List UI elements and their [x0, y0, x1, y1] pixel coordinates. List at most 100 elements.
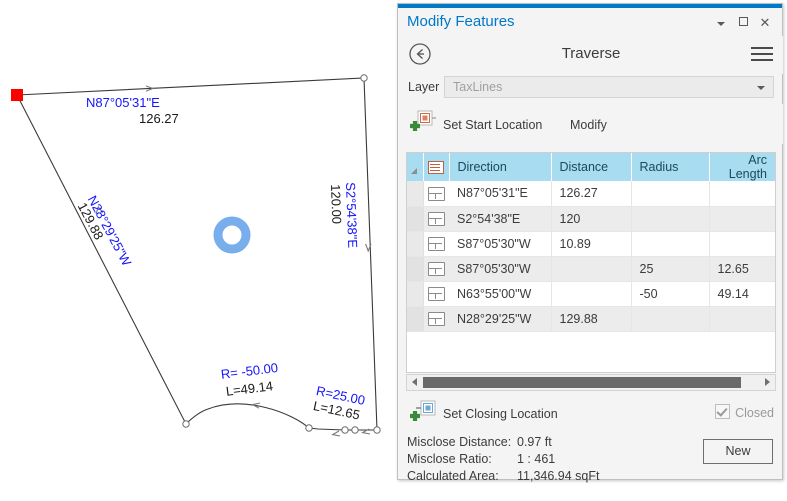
cell-radius[interactable] — [631, 306, 710, 332]
traverse-toolbar: Set Start Location Modify — [399, 104, 783, 144]
table-header-row: Direction Distance Radius Arc Length — [407, 153, 775, 181]
corner-triangle-icon — [411, 168, 417, 174]
table-row[interactable]: S87°05'30"W 10.89 — [407, 231, 775, 257]
row-type-icon[interactable] — [423, 306, 449, 332]
misclose-distance-value: 0.97 ft — [517, 435, 552, 449]
cell-distance[interactable]: 129.88 — [551, 306, 632, 332]
east-course-distance-label: 120.00 — [328, 184, 345, 225]
layer-row: Layer TaxLines — [399, 76, 783, 102]
table-horizontal-scrollbar[interactable] — [406, 374, 776, 391]
cell-direction[interactable]: N87°05'31"E — [449, 181, 552, 207]
panel-titlebar: Modify Features ✕ — [398, 8, 782, 36]
set-start-location-icon[interactable] — [408, 108, 438, 138]
new-button[interactable]: New — [703, 439, 773, 464]
cell-arc-length[interactable]: 49.14 — [709, 281, 775, 307]
scroll-right-arrow-icon[interactable] — [765, 378, 770, 386]
table-icon-header — [423, 153, 450, 181]
misclose-ratio-row: Misclose Ratio: 1 : 461 — [407, 451, 599, 468]
panel-maximize-button[interactable] — [735, 15, 751, 31]
misclose-distance-label: Misclose Distance: — [407, 435, 512, 449]
layer-select[interactable]: TaxLines — [444, 76, 774, 98]
cell-arc-length[interactable] — [709, 206, 775, 232]
calculated-area-value: 11,346.94 sqFt — [517, 469, 600, 483]
cell-radius[interactable] — [631, 181, 710, 207]
table-row[interactable]: S87°05'30"W 25 12.65 — [407, 256, 775, 282]
hamburger-menu-icon[interactable] — [751, 47, 773, 63]
closed-checkbox[interactable]: Closed — [715, 404, 774, 420]
cell-distance[interactable]: 120 — [551, 206, 632, 232]
start-point-marker[interactable] — [11, 89, 23, 101]
set-closing-location-button[interactable]: Set Closing Location — [443, 407, 558, 421]
row-type-icon[interactable] — [423, 231, 449, 257]
cell-arc-length[interactable] — [709, 306, 775, 332]
traverse-geometry — [11, 74, 381, 437]
scroll-left-arrow-icon[interactable] — [412, 378, 417, 386]
row-handle[interactable] — [407, 206, 424, 232]
table-row[interactable]: N87°05'31"E 126.27 — [407, 181, 775, 207]
set-start-location-button[interactable]: Set Start Location — [443, 118, 542, 132]
table-row[interactable]: N28°29'25"W 129.88 — [407, 306, 775, 332]
cell-direction[interactable]: N28°29'25"W — [449, 306, 552, 332]
cell-arc-length[interactable] — [709, 181, 775, 207]
cell-radius[interactable]: 25 — [631, 256, 710, 282]
column-header-radius[interactable]: Radius — [631, 153, 710, 181]
panel-dropdown-button[interactable] — [713, 15, 729, 31]
modify-features-panel: Modify Features ✕ Traverse Layer TaxLine… — [397, 3, 783, 483]
traverse-statistics: Misclose Distance: 0.97 ft Misclose Ratio… — [407, 434, 599, 485]
closing-location-row: Set Closing Location Closed — [399, 396, 783, 432]
table-body: N87°05'31"E 126.27 S2°54'38"E 120 S87°05'30"… — [407, 181, 775, 332]
set-closing-location-icon[interactable] — [408, 398, 438, 428]
cell-direction[interactable]: N63°55'00"W — [449, 281, 552, 307]
closed-label: Closed — [735, 406, 774, 420]
table-row[interactable]: N63°55'00"W -50 49.14 — [407, 281, 775, 307]
modify-button[interactable]: Modify — [570, 118, 607, 132]
row-handle[interactable] — [407, 281, 424, 307]
page-title: Traverse — [561, 45, 621, 62]
table-corner-header[interactable] — [407, 153, 424, 181]
cell-arc-length[interactable] — [709, 231, 775, 257]
table-row[interactable]: S2°54'38"E 120 — [407, 206, 775, 232]
north-course-direction-label: N87°05'31"E — [86, 95, 160, 110]
row-type-icon[interactable] — [423, 181, 449, 207]
panel-close-button[interactable]: ✕ — [757, 15, 773, 31]
row-handle[interactable] — [407, 256, 424, 282]
cell-radius[interactable]: -50 — [631, 281, 710, 307]
chevron-down-icon — [717, 22, 725, 26]
calculated-area-label: Calculated Area: — [407, 469, 499, 483]
misclose-ratio-label: Misclose Ratio: — [407, 452, 492, 466]
misclose-distance-row: Misclose Distance: 0.97 ft — [407, 434, 599, 451]
misclose-ratio-value: 1 : 461 — [517, 452, 556, 466]
layer-label: Layer — [408, 80, 440, 94]
row-handle[interactable] — [407, 306, 424, 332]
panel-subheader: Traverse — [399, 36, 783, 74]
cell-direction[interactable]: S87°05'30"W — [449, 231, 552, 257]
maximize-icon — [738, 17, 748, 26]
cell-arc-length[interactable]: 12.65 — [709, 256, 775, 282]
cell-distance[interactable] — [551, 281, 632, 307]
row-type-icon[interactable] — [423, 281, 449, 307]
grid-icon — [428, 161, 444, 175]
row-type-icon[interactable] — [423, 256, 449, 282]
cell-distance[interactable] — [551, 256, 632, 282]
centroid-marker[interactable] — [213, 216, 251, 254]
column-header-direction[interactable]: Direction — [449, 153, 552, 181]
scrollbar-thumb[interactable] — [423, 377, 741, 388]
cell-distance[interactable]: 10.89 — [551, 231, 632, 257]
vertex-markers — [182, 74, 381, 434]
column-header-arc-length[interactable]: Arc Length — [709, 153, 775, 181]
panel-title: Modify Features — [407, 13, 515, 30]
row-handle[interactable] — [407, 181, 424, 207]
cell-radius[interactable] — [631, 231, 710, 257]
row-handle[interactable] — [407, 231, 424, 257]
map-canvas[interactable]: N87°05'31"E 126.27 S2°54'38"E 120.00 N28… — [0, 0, 400, 501]
row-type-icon[interactable] — [423, 206, 449, 232]
cell-distance[interactable]: 126.27 — [551, 181, 632, 207]
cell-radius[interactable] — [631, 206, 710, 232]
cell-direction[interactable]: S2°54'38"E — [449, 206, 552, 232]
column-header-distance[interactable]: Distance — [551, 153, 632, 181]
chevron-down-icon — [757, 86, 765, 90]
east-course-direction-label: S2°54'38"E — [343, 182, 361, 249]
cell-direction[interactable]: S87°05'30"W — [449, 256, 552, 282]
traverse-table[interactable]: Direction Distance Radius Arc Length N87… — [406, 152, 776, 373]
north-course-distance-label: 126.27 — [139, 111, 179, 126]
